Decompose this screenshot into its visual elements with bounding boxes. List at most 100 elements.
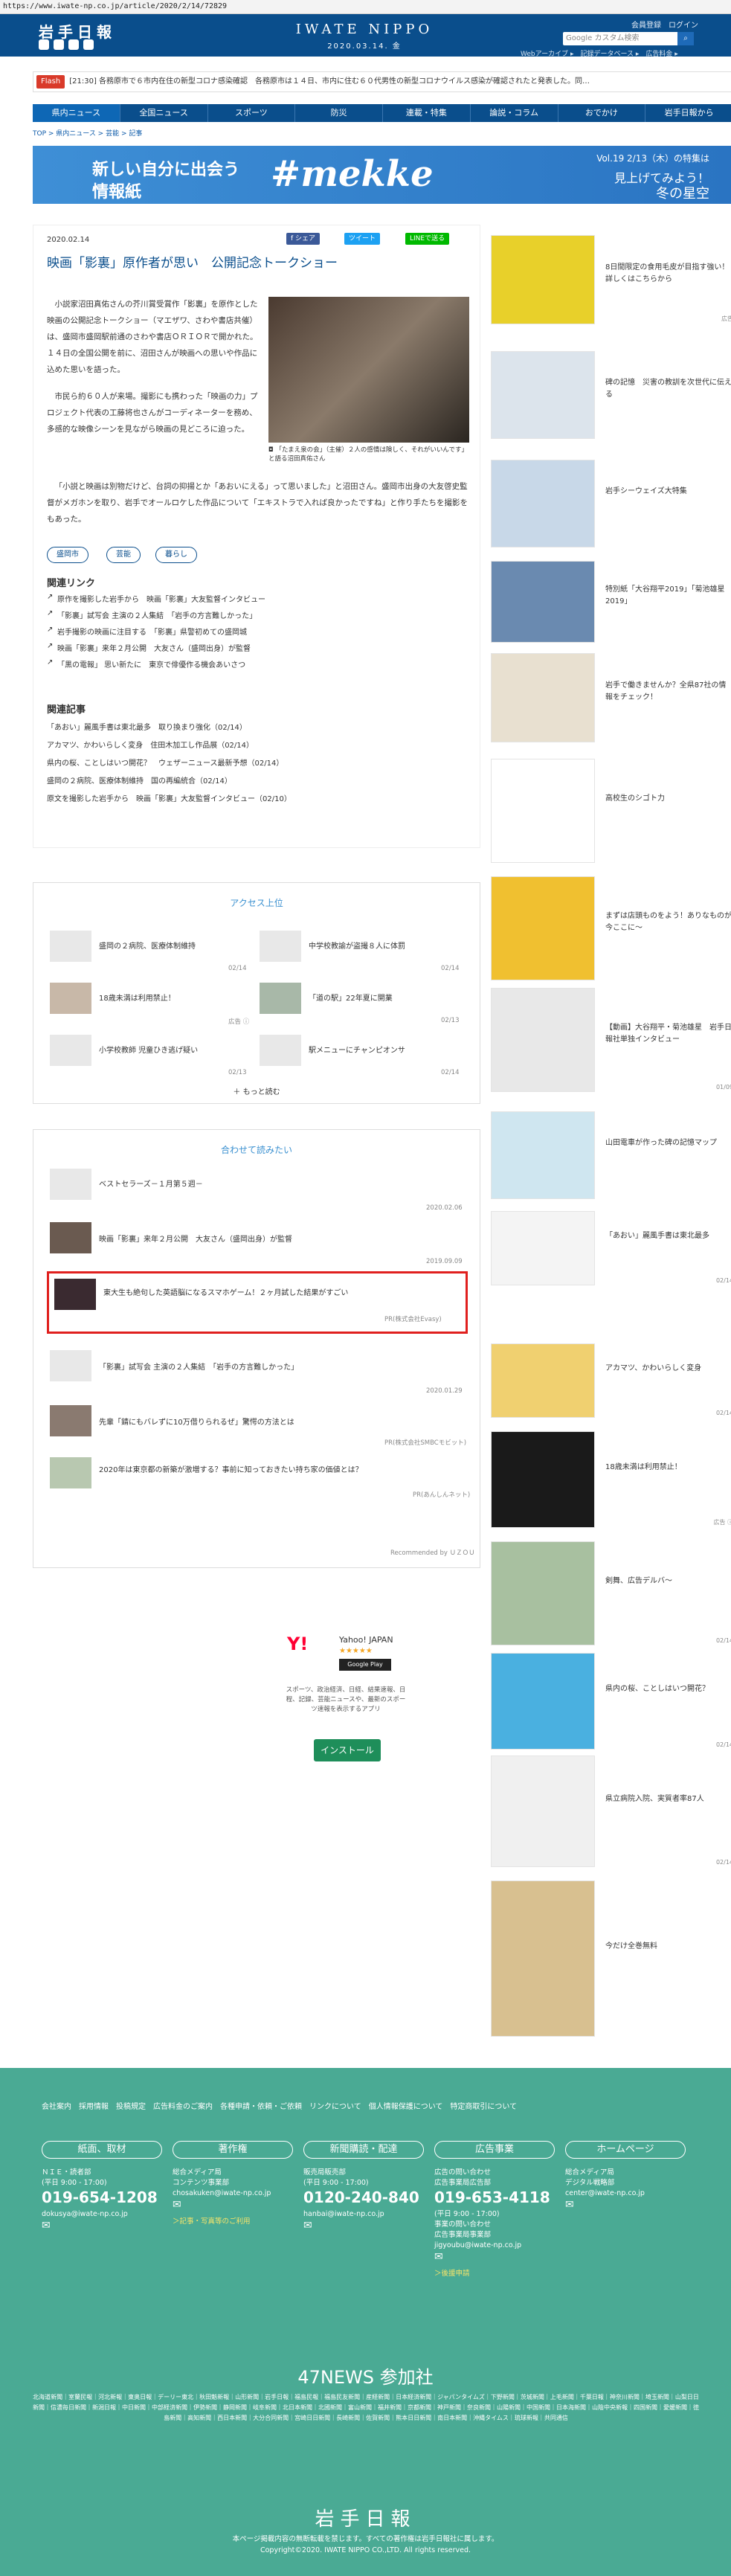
footer-phone[interactable]: 019-653-4118 — [434, 2188, 550, 2206]
sidebar-item[interactable]: 「あおい」麗風手書は東北最多 02/14 — [491, 1211, 731, 1285]
related-news-item[interactable]: アカマツ、かわいらしく変身 住田木加工し作品展（02/14） — [47, 739, 254, 750]
login-links[interactable]: 会員登録 ログイン — [631, 19, 698, 30]
related-news-item[interactable]: 県内の桜、ことしはいつ開花？ ウェザーニュース最新予想（02/14） — [47, 757, 283, 768]
tweet-button[interactable]: ツイート — [344, 233, 381, 245]
footer-email[interactable]: jigyoubu@iwate-np.co.jp — [434, 2241, 559, 2250]
sidebar-item-title[interactable]: 碑の記憶 災害の教訓を次世代に伝える — [605, 377, 731, 401]
sidebar-thumbnail[interactable] — [491, 988, 595, 1092]
thumbnail[interactable] — [50, 1405, 91, 1436]
ranking-item[interactable]: 駅メニューにチャンピオンサ — [309, 1044, 405, 1055]
sidebar-thumbnail[interactable] — [491, 561, 595, 643]
recommended-by[interactable]: Recommended by ＵＺＯＵ — [390, 1548, 475, 1557]
sidebar-item[interactable]: 18歳未満は利用禁止！ 広告 ⓘ — [491, 1431, 731, 1528]
footer-note-link[interactable]: ＞後援申請 — [434, 2269, 470, 2278]
breadcrumb[interactable]: TOP > 県内ニュース > 芸能 > 記事 — [33, 128, 142, 138]
footer-email[interactable]: dokusya@iwate-np.co.jp — [42, 2209, 167, 2219]
facebook-icon[interactable] — [54, 39, 64, 50]
sidebar-item-title[interactable]: 岩手シーウェイズ大特集 — [605, 486, 731, 498]
site-logo[interactable]: 岩手日報 — [39, 20, 116, 42]
tag-entertainment[interactable]: 芸能 — [106, 547, 141, 563]
nav-disaster[interactable]: 防災 — [295, 104, 383, 122]
related-link[interactable]: 映画「影裏」来年２月公開 大友さん（盛岡出身）が監督 — [57, 642, 251, 653]
footer-logo[interactable]: 岩手日報 — [0, 2504, 731, 2531]
nav-sports[interactable]: スポーツ — [208, 104, 296, 122]
recommend-item-pr[interactable]: 2020年は東京都の新築が激増する？事前に知っておきたい持ち家の価値とは？ — [99, 1463, 456, 1474]
sidebar-thumbnail[interactable] — [491, 460, 595, 547]
ranking-item[interactable]: 盛岡の２病院、医療体制維持 — [99, 939, 196, 951]
footer-subscription-button[interactable]: 新聞購読・配達 — [303, 2141, 424, 2159]
related-news-item[interactable]: 原文を撮影した岩手から 映画「影裏」大友監督インタビュー（02/10） — [47, 792, 292, 803]
sidebar-item-title[interactable]: 今だけ全巻無料 — [605, 1941, 731, 1953]
sidebar-item[interactable]: 剣舞、広告デルバ～ 02/14 — [491, 1541, 731, 1645]
sidebar-thumbnail[interactable] — [491, 351, 595, 439]
search-input[interactable]: Google カスタム検索 ⌕ — [563, 32, 694, 45]
thumbnail[interactable] — [50, 1222, 91, 1253]
thumbnail[interactable] — [50, 931, 91, 962]
youtube-icon[interactable] — [68, 39, 79, 50]
sidebar-item[interactable]: まずは店頭ものをよう！ありなものが今ここに～ — [491, 876, 731, 980]
footer-phone[interactable]: 0120-240-840 — [303, 2188, 419, 2206]
article-photo[interactable] — [268, 297, 469, 443]
related-link[interactable]: 「黒の電報」 思い新たに 東京で俳優作る機会あいさつ — [57, 658, 245, 669]
address-bar[interactable]: https://www.iwate-np.co.jp/article/2020/… — [0, 0, 731, 14]
ticker-text[interactable]: [21:30] 各務原市で６市内在住の新型コロナ感染確認 各務原市は１４日、市内… — [69, 77, 590, 86]
related-link[interactable]: 「影裏」試写会 主演の２人集結 「岩手の方言難しかった」 — [57, 609, 257, 620]
nav-outing[interactable]: おでかけ — [558, 104, 646, 122]
sidebar-item[interactable]: 県内の桜、ことしはいつ開花？ 02/14 — [491, 1653, 731, 1750]
footer-email[interactable]: chosakuken@iwate-np.co.jp — [173, 2188, 297, 2198]
sidebar-item-title[interactable]: 【動画】大谷翔平・菊池雄星 岩手日報社単独インタビュー — [605, 1022, 731, 1046]
recommend-item-pr[interactable]: 東大生も絶句した英語脳になるスマホゲーム！２ヶ月試した結果がすごい — [103, 1286, 460, 1297]
instagram-icon[interactable] — [83, 39, 94, 50]
sidebar-thumbnail[interactable] — [491, 1431, 595, 1528]
recommend-item-pr[interactable]: 先輩「錆にもバレずに10万借りられるぜ」驚愕の方法とは — [99, 1416, 294, 1427]
search-icon[interactable]: ⌕ — [677, 32, 694, 45]
sidebar-item[interactable]: 今だけ全巻無料 — [491, 1880, 731, 2037]
sidebar-item[interactable]: 【動画】大谷翔平・菊池雄星 岩手日報社単独インタビュー 01/09 — [491, 988, 731, 1092]
footer-note-link[interactable]: ＞記事・写真等のご利用 — [173, 2217, 251, 2226]
related-news-item[interactable]: 盛岡の２病院、医療体制維持 国の再編統合（02/14） — [47, 774, 232, 786]
sidebar-item[interactable]: 8日間限定の食用毛皮が目指す強い！詳しくはこちらから 広告 — [491, 235, 731, 324]
news-ticker[interactable]: Flash [21:30] 各務原市で６市内在住の新型コロナ感染確認 各務原市は１… — [33, 71, 731, 92]
sidebar-thumbnail[interactable] — [491, 876, 595, 980]
sidebar-item[interactable]: アカマツ、かわいらしく変身 02/14 — [491, 1343, 731, 1418]
line-share-button[interactable]: LINEで送る — [405, 233, 450, 245]
sidebar-item[interactable]: 岩手で働きませんか？全県87社の情報をチェック！ — [491, 653, 731, 742]
footer-email[interactable]: center@iwate-np.co.jp — [565, 2188, 690, 2198]
tag-morioka[interactable]: 盛岡市 — [47, 547, 88, 563]
sidebar-thumbnail[interactable] — [491, 1541, 595, 1645]
nav-prefecture[interactable]: 県内ニュース — [33, 104, 120, 122]
mail-icon[interactable]: ✉ — [565, 2200, 574, 2210]
sidebar-thumbnail[interactable] — [491, 1343, 595, 1418]
sidebar-thumbnail[interactable] — [491, 235, 595, 324]
sidebar-item-title[interactable]: 岩手で働きませんか？全県87社の情報をチェック！ — [605, 680, 731, 704]
nav-national[interactable]: 全国ニュース — [120, 104, 208, 122]
install-button[interactable]: インストール — [314, 1739, 381, 1761]
sidebar-thumbnail[interactable] — [491, 1880, 595, 2037]
sidebar-item[interactable]: 高校生のシゴト力 — [491, 759, 731, 863]
sidebar-thumbnail[interactable] — [491, 1653, 595, 1750]
sidebar-item[interactable]: 碑の記憶 災害の教訓を次世代に伝える — [491, 351, 731, 439]
yahoo-ad[interactable]: Y! Yahoo! JAPAN ★★★★★ Google Play スポーツ、政… — [277, 1626, 415, 1779]
sidebar-item[interactable]: 山田電車が作った碑の記憶マップ — [491, 1111, 731, 1199]
sidebar-item-title[interactable]: 「あおい」麗風手書は東北最多 — [605, 1230, 731, 1242]
sidebar-thumbnail[interactable] — [491, 1756, 595, 1867]
header-sublinks[interactable]: Webアーカイブ ▸ 記録データベース ▸ 広告料金 ▸ — [521, 48, 678, 58]
footer-editorial-button[interactable]: 紙面、取材 — [42, 2141, 162, 2159]
ranking-item[interactable]: 小学校教師 児童ひき逃げ疑い — [99, 1044, 198, 1055]
footer-links[interactable]: 会社案内 採用情報 投稿規定 広告料金のご案内 各種申請・依頼・ご依頼 リンクに… — [42, 2101, 607, 2114]
partner-list[interactable]: 北海道新聞｜室蘭民報｜河北新報｜東奥日報｜デーリー東北｜秋田魁新報｜山形新聞｜岩… — [33, 2392, 699, 2424]
sidebar-item-title[interactable]: 県立病院入院、実質者率87人 — [605, 1793, 731, 1805]
sidebar-item-title[interactable]: アカマツ、かわいらしく変身 — [605, 1363, 731, 1375]
footer-phone[interactable]: 019-654-1208 — [42, 2188, 158, 2206]
sidebar-item-title[interactable]: 18歳未満は利用禁止！ — [605, 1462, 731, 1474]
sidebar-item[interactable]: 岩手シーウェイズ大特集 — [491, 460, 731, 547]
sidebar-thumbnail[interactable] — [491, 1211, 595, 1285]
sidebar-item-title[interactable]: 山田電車が作った碑の記憶マップ — [605, 1137, 731, 1149]
tag-life[interactable]: 暮らし — [155, 547, 197, 563]
related-link[interactable]: 岩手撮影の映画に注目する 「影裏」県警初めての盛岡城 — [57, 626, 247, 637]
sidebar-item[interactable]: 県立病院入院、実質者率87人 02/14 — [491, 1756, 731, 1867]
recommend-item[interactable]: 「影裏」試写会 主演の２人集結 「岩手の方言難しかった」 — [99, 1361, 298, 1372]
mail-icon[interactable]: ✉ — [303, 2220, 312, 2231]
thumbnail[interactable] — [50, 983, 91, 1014]
thumbnail[interactable] — [260, 1035, 301, 1066]
